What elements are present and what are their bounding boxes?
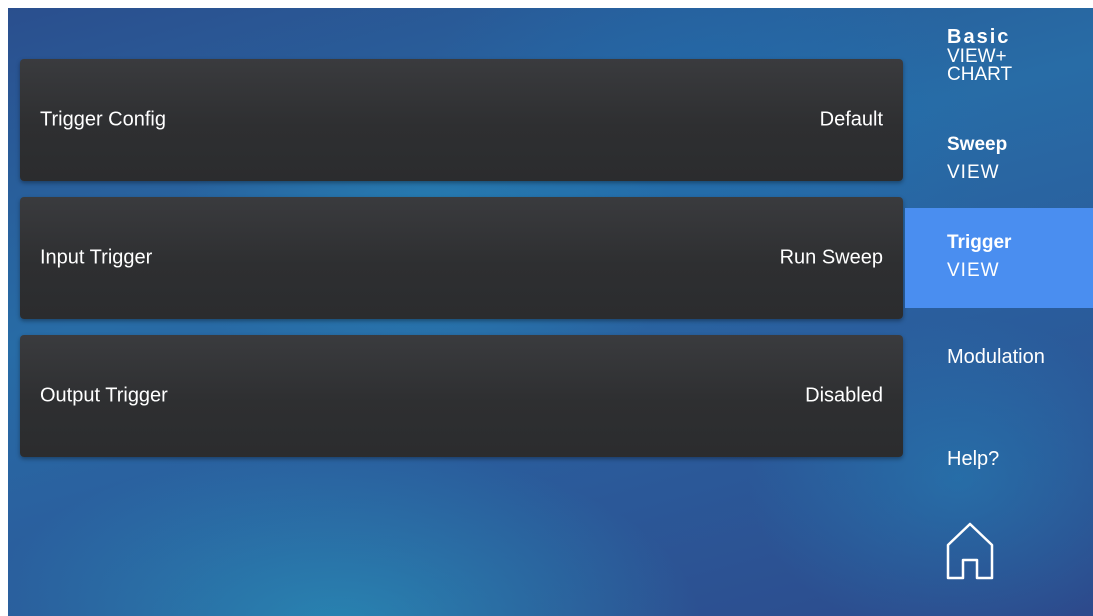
output-trigger-value: Disabled bbox=[805, 384, 883, 407]
nav-modulation[interactable]: Modulation bbox=[905, 346, 1093, 386]
output-trigger-label: Output Trigger bbox=[40, 384, 168, 407]
nav-sweep-subtitle: VIEW bbox=[947, 162, 1000, 183]
nav-basic-view-chart[interactable]: Basic VIEW+ CHART bbox=[905, 26, 1093, 116]
nav-basic-line2: CHART bbox=[947, 64, 1013, 85]
input-trigger-label: Input Trigger bbox=[40, 246, 153, 269]
trigger-view-screen: Trigger Config Default Input Trigger Run… bbox=[8, 8, 1093, 616]
input-trigger-value: Run Sweep bbox=[779, 246, 883, 269]
trigger-config-row[interactable]: Trigger Config Default bbox=[20, 59, 903, 181]
trigger-config-label: Trigger Config bbox=[40, 108, 166, 131]
nav-basic-title: Basic bbox=[947, 26, 1011, 48]
input-trigger-row[interactable]: Input Trigger Run Sweep bbox=[20, 197, 903, 319]
home-button[interactable] bbox=[945, 514, 995, 580]
nav-help[interactable]: Help? bbox=[905, 448, 1093, 488]
nav-help-label: Help? bbox=[947, 448, 1000, 470]
trigger-config-value: Default bbox=[819, 108, 883, 131]
nav-trigger-view[interactable]: Trigger VIEW bbox=[905, 208, 1093, 308]
nav-trigger-subtitle: VIEW bbox=[947, 260, 1000, 281]
nav-trigger-title: Trigger bbox=[947, 232, 1012, 253]
nav-modulation-label: Modulation bbox=[947, 346, 1045, 368]
home-icon bbox=[946, 522, 994, 580]
nav-sweep-view[interactable]: Sweep VIEW bbox=[905, 134, 1093, 194]
output-trigger-row[interactable]: Output Trigger Disabled bbox=[20, 335, 903, 457]
nav-sweep-title: Sweep bbox=[947, 134, 1008, 155]
